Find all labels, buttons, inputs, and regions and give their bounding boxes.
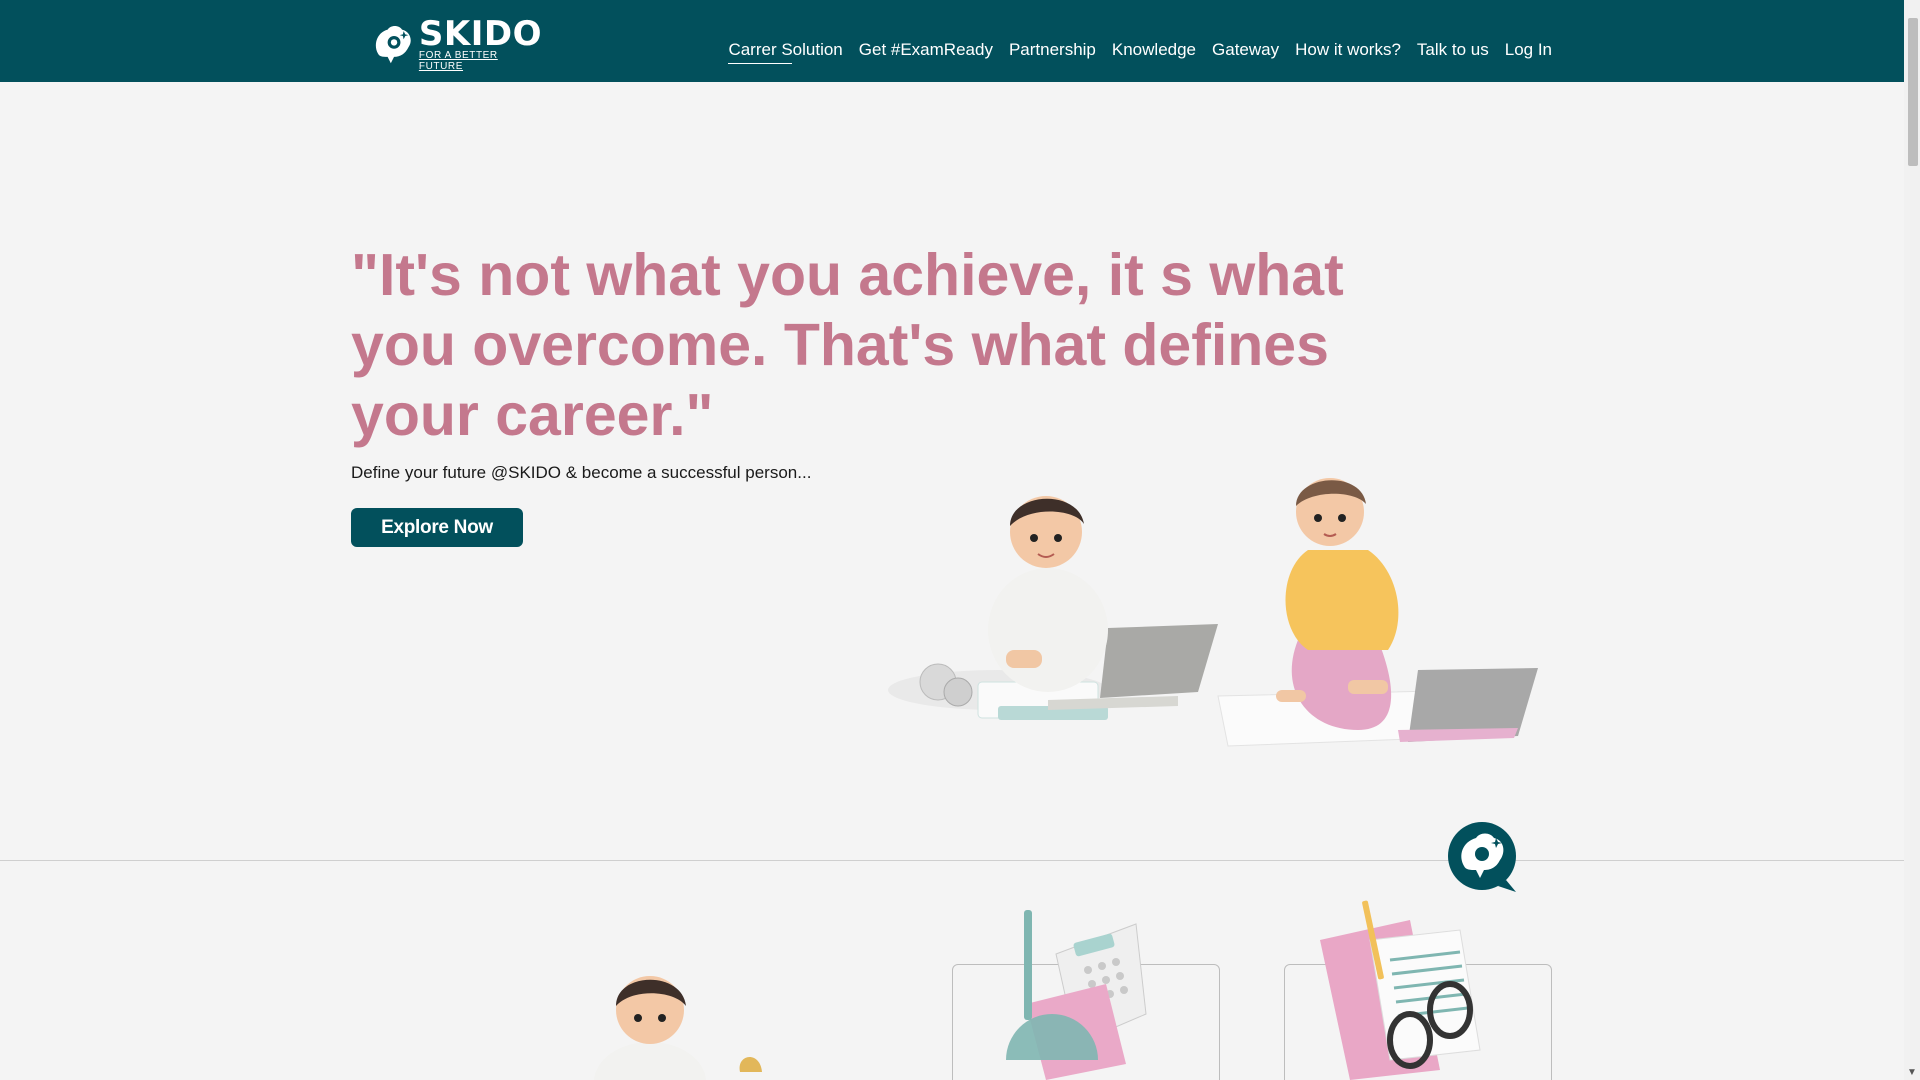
hero-quote: "It's not what you achieve, it s what yo…	[351, 242, 1344, 448]
girl-with-laptop-illustration	[1217, 478, 1538, 747]
nav-get-examready[interactable]: Get #ExamReady	[859, 40, 993, 60]
hero-subtitle: Define your future @SKIDO & become a suc…	[351, 463, 812, 482]
brand-name: SKIDO	[418, 14, 542, 54]
notes-glasses-illustration	[1320, 900, 1481, 1080]
nav-carrer-solution[interactable]: Carrer Solution	[728, 40, 843, 64]
section-divider	[0, 860, 1904, 861]
explore-now-button[interactable]: Explore Now	[351, 508, 523, 547]
nav-talk-to-us[interactable]: Talk to us	[1417, 40, 1489, 60]
nav-knowledge[interactable]: Knowledge	[1112, 40, 1196, 60]
students-studying-illustration	[888, 478, 1538, 747]
nav-log-in[interactable]: Log In	[1505, 40, 1552, 60]
main-nav: Carrer Solution Get #ExamReady Partnersh…	[728, 40, 1552, 64]
boy-with-laptop-illustration	[888, 496, 1218, 720]
boy-reading-illustration	[594, 976, 762, 1080]
page-scrollbar[interactable]: ▼	[1904, 0, 1920, 1080]
math-tools-illustration	[1006, 910, 1147, 1080]
nav-partnership[interactable]: Partnership	[1009, 40, 1096, 60]
nav-how-it-works[interactable]: How it works?	[1295, 40, 1401, 60]
scrollbar-thumb[interactable]	[1908, 18, 1918, 166]
chat-support-icon[interactable]	[1446, 822, 1518, 894]
scroll-down-arrow-icon[interactable]: ▼	[1907, 1067, 1917, 1078]
brand-logo[interactable]: SKIDO FOR A BETTER FUTURE	[370, 16, 542, 72]
nav-gateway[interactable]: Gateway	[1212, 40, 1279, 60]
top-navbar: SKIDO FOR A BETTER FUTURE Carrer Solutio…	[0, 0, 1904, 82]
skido-head-logo-icon	[375, 25, 411, 64]
